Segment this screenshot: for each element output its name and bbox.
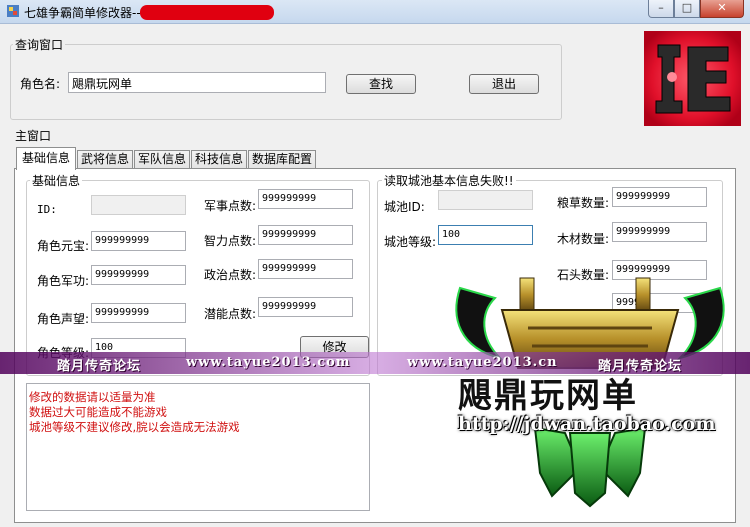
tab-army-info[interactable]: 军队信息 (134, 150, 190, 169)
city-id-field[interactable] (438, 190, 533, 210)
wood-label: 木材数量: (557, 232, 610, 246)
main-group-label: 主窗口 (13, 127, 54, 144)
brand-url: http://jdwan.taobao.com (458, 413, 716, 435)
id-label: ID: (37, 203, 57, 216)
jungong-field[interactable]: 999999999 (91, 265, 186, 285)
basic-info-group-label: 基础信息 (30, 172, 83, 189)
city-level-label: 城池等级: (384, 235, 437, 249)
role-name-input[interactable]: 飓鼎玩网单 (68, 72, 326, 93)
app-icon (7, 5, 19, 17)
exit-button[interactable]: 退出 (469, 74, 539, 94)
city-info-group-label: 读取城池基本信息失败!! (382, 172, 516, 189)
jungong-label: 角色军功: (37, 274, 90, 288)
close-button[interactable]: ✕ (700, 0, 744, 18)
junshi-field[interactable]: 999999999 (258, 189, 353, 209)
notes-line-3: 城池等级不建议修改,脘以会造成无法游戏 (29, 420, 240, 434)
brand-text: 飓鼎玩网单 (458, 376, 638, 416)
tab-basic-info[interactable]: 基础信息 (16, 147, 76, 170)
city-level-field[interactable]: 100 (438, 225, 533, 245)
role-name-label: 角色名: (20, 77, 61, 91)
title-redaction-mark (140, 5, 274, 20)
junshi-label: 军事点数: (204, 199, 257, 213)
qianneng-label: 潜能点数: (204, 307, 257, 321)
banner-url-com: www.tayue2013.com (186, 355, 351, 370)
tab-tech-info[interactable]: 科技信息 (191, 150, 247, 169)
red-seal-logo-icon (644, 31, 741, 126)
yuanbao-field[interactable]: 999999999 (91, 231, 186, 251)
yuanbao-label: 角色元宝: (37, 239, 90, 253)
id-field[interactable] (91, 195, 186, 215)
notes-line-2: 数据过大可能造成不能游戏 (29, 405, 167, 419)
shengwang-label: 角色声望: (37, 312, 90, 326)
minimize-button[interactable]: – (648, 0, 674, 18)
grain-label: 粮草数量: (557, 196, 610, 210)
zhengzhi-field[interactable]: 999999999 (258, 259, 353, 279)
grain-field[interactable]: 999999999 (612, 187, 707, 207)
zhili-label: 智力点数: (204, 234, 257, 248)
tab-database-config[interactable]: 数据库配置 (248, 150, 316, 169)
maximize-button[interactable]: □ (674, 0, 700, 18)
city-id-label: 城池ID: (384, 200, 425, 214)
window-title: 七雄争霸简单修改器-- (24, 6, 141, 20)
wood-field[interactable]: 999999999 (612, 222, 707, 242)
zhili-field[interactable]: 999999999 (258, 225, 353, 245)
shengwang-field[interactable]: 999999999 (91, 303, 186, 323)
notes-line-1: 修改的数据请以适量为准 (29, 390, 156, 404)
banner-left-text: 踏月传奇论坛 (57, 359, 142, 374)
qianneng-field[interactable]: 999999999 (258, 297, 353, 317)
search-button[interactable]: 查找 (346, 74, 416, 94)
zhengzhi-label: 政治点数: (204, 268, 257, 282)
query-group-label: 查询窗口 (13, 36, 66, 53)
tab-general-info[interactable]: 武将信息 (77, 150, 133, 169)
